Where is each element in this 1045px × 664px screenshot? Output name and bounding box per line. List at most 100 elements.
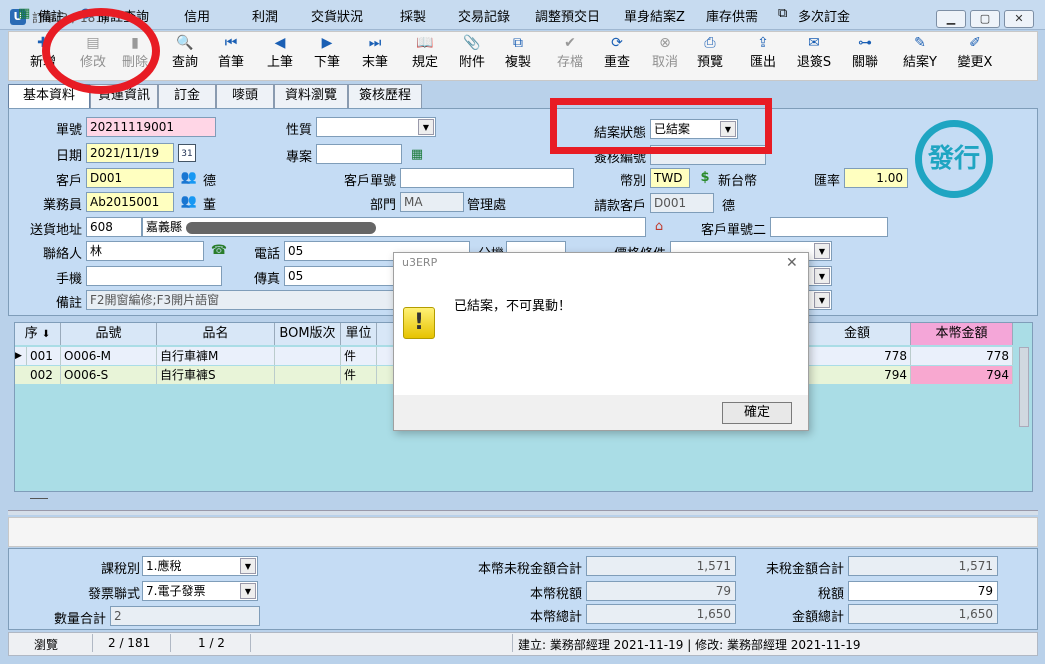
- local-untaxed-field[interactable]: 1,571: [586, 556, 736, 576]
- toolbar-button-13[interactable]: ⊗ 取消: [640, 33, 690, 79]
- issued-stamp: 發行: [915, 120, 993, 198]
- trade-record-button[interactable]: 交易記錄: [458, 6, 510, 25]
- close-case-icon: ✎: [914, 35, 926, 51]
- toolbar-button-7[interactable]: ⏭ 末筆: [350, 33, 400, 79]
- tab-3[interactable]: 嘜頭: [216, 84, 274, 108]
- date-field[interactable]: 2021/11/19: [86, 143, 174, 163]
- return-sign-icon: ✉: [808, 35, 820, 51]
- nature-label: 性質: [285, 123, 312, 138]
- order-no-field[interactable]: 20211119001: [86, 117, 216, 137]
- toolbar-button-14[interactable]: ⎙ 預覽: [685, 33, 735, 79]
- currency-icon[interactable]: $: [696, 169, 714, 187]
- toolbar-button-17[interactable]: ⊶ 關聯: [840, 33, 890, 79]
- people-icon[interactable]: 👥: [180, 169, 198, 187]
- calendar-icon[interactable]: 31: [178, 144, 196, 162]
- address-zip-field[interactable]: 608: [86, 217, 142, 237]
- rate-label: 匯率: [813, 174, 840, 189]
- order-no-label: 單號: [55, 123, 82, 138]
- ok-button[interactable]: 確定: [722, 402, 792, 424]
- nature-select[interactable]: ▼: [316, 117, 436, 137]
- grid-splitter[interactable]: [30, 498, 48, 499]
- row-unit: 件: [341, 347, 377, 365]
- stock-demand-button[interactable]: 庫存供需: [706, 6, 758, 25]
- toolbar-button-9[interactable]: 📎 附件: [447, 33, 497, 79]
- toolbar-button-12[interactable]: ⟳ 重查: [592, 33, 642, 79]
- chevron-down-icon: ▼: [240, 558, 256, 574]
- salesman-code-field[interactable]: Ab2015001: [86, 192, 174, 212]
- grid-header-local-amount[interactable]: 本幣金額: [911, 323, 1013, 345]
- project-lookup-icon[interactable]: ▦: [408, 146, 426, 164]
- minimize-button[interactable]: ▁: [936, 10, 966, 28]
- grid-header-code[interactable]: 品號: [61, 323, 157, 345]
- total-field[interactable]: 1,650: [848, 604, 998, 624]
- toolbar-button-18[interactable]: ✎ 結案Y: [895, 33, 945, 79]
- dialog-close-icon[interactable]: ✕: [786, 255, 798, 271]
- untaxed-label: 未稅金額合計: [765, 562, 844, 577]
- bill-code-field[interactable]: D001: [650, 193, 714, 213]
- local-tax-field[interactable]: 79: [586, 581, 736, 601]
- first-record-icon: ⏮: [224, 35, 238, 51]
- grid-header-unit[interactable]: 單位: [341, 323, 377, 345]
- grid-header-seq[interactable]: 序 ⬇: [15, 323, 61, 345]
- grid-header-bom[interactable]: BOM版次: [275, 323, 341, 345]
- invoice-select[interactable]: 7.電子發票 ▼: [142, 581, 258, 601]
- delivery-status-button[interactable]: 交貨狀況: [311, 6, 363, 25]
- customer-code-field[interactable]: D001: [86, 168, 174, 188]
- rate-field[interactable]: 1.00: [844, 168, 908, 188]
- relation-icon: ⊶: [858, 35, 872, 51]
- invoice-label: 發票聯式: [87, 587, 140, 602]
- cust-order-label: 客戶單號: [343, 174, 396, 189]
- address-label: 送貨地址: [29, 223, 82, 238]
- toolbar-button-11[interactable]: ✔ 存檔: [545, 33, 595, 79]
- toolbar-button-19[interactable]: ✐ 變更X: [950, 33, 1000, 79]
- toolbar-label: 取消: [651, 55, 678, 70]
- address-field[interactable]: 嘉義縣: [142, 217, 646, 237]
- contact-field[interactable]: 林: [86, 241, 204, 261]
- cust-order-field[interactable]: [400, 168, 574, 188]
- adjust-date-button[interactable]: 調整預交日: [535, 6, 600, 25]
- toolbar-button-16[interactable]: ✉ 退簽S: [789, 33, 839, 79]
- currency-code-field[interactable]: TWD: [650, 168, 690, 188]
- untaxed-field[interactable]: 1,571: [848, 556, 998, 576]
- multi-deposit-button[interactable]: 多次訂金: [798, 6, 850, 25]
- purchase-make-button[interactable]: 採製: [400, 6, 426, 25]
- qty-field[interactable]: 2: [110, 606, 260, 626]
- remark-field[interactable]: F2開窗編修;F3開片語窗: [86, 290, 396, 310]
- toolbar-button-6[interactable]: ▶ 下筆: [302, 33, 352, 79]
- status-mode: 瀏覽: [34, 638, 59, 652]
- grid-scrollbar[interactable]: [1019, 347, 1029, 427]
- tab-5[interactable]: 簽核歷程: [348, 84, 422, 108]
- project-field[interactable]: [316, 144, 402, 164]
- toolbar-button-5[interactable]: ◀ 上筆: [255, 33, 305, 79]
- toolbar-button-15[interactable]: ⇪ 匯出: [738, 33, 788, 79]
- toolbar-button-3[interactable]: 🔍 查詢: [160, 33, 210, 79]
- cust-order2-field[interactable]: [770, 217, 888, 237]
- line-close-button[interactable]: 單身結案Z: [624, 6, 685, 25]
- chevron-down-icon: ▼: [814, 292, 830, 308]
- tax-field[interactable]: 79: [848, 581, 998, 601]
- splitter-bar[interactable]: [8, 510, 1038, 515]
- toolbar-button-8[interactable]: 📖 規定: [400, 33, 450, 79]
- tab-2[interactable]: 訂金: [158, 84, 216, 108]
- row-unit: 件: [341, 366, 377, 384]
- close-button[interactable]: ✕: [1004, 10, 1034, 28]
- salesman-name: 董: [203, 198, 217, 213]
- grid-header-name[interactable]: 品名: [157, 323, 275, 345]
- maximize-button[interactable]: ▢: [970, 10, 1000, 28]
- contact-lookup-icon[interactable]: ☎: [210, 242, 228, 260]
- credit-button[interactable]: 信用: [184, 6, 210, 25]
- dept-code-field[interactable]: MA: [400, 192, 464, 212]
- profit-button[interactable]: 利潤: [252, 6, 278, 25]
- toolbar-label: 結案Y: [903, 55, 937, 70]
- toolbar-button-10[interactable]: ⧉ 複製: [493, 33, 543, 79]
- toolbar-button-4[interactable]: ⏮ 首筆: [206, 33, 256, 79]
- remark-dropdown[interactable]: ▼: [808, 290, 832, 310]
- toolbar-label: 匯出: [749, 55, 776, 70]
- local-total-field[interactable]: 1,650: [586, 604, 736, 624]
- toolbar-label: 規定: [411, 55, 438, 70]
- tax-type-select[interactable]: 1.應稅 ▼: [142, 556, 258, 576]
- mobile-field[interactable]: [86, 266, 222, 286]
- people-icon[interactable]: 👥: [180, 193, 198, 211]
- home-icon[interactable]: ⌂: [650, 218, 668, 236]
- tab-4[interactable]: 資料瀏覽: [274, 84, 348, 108]
